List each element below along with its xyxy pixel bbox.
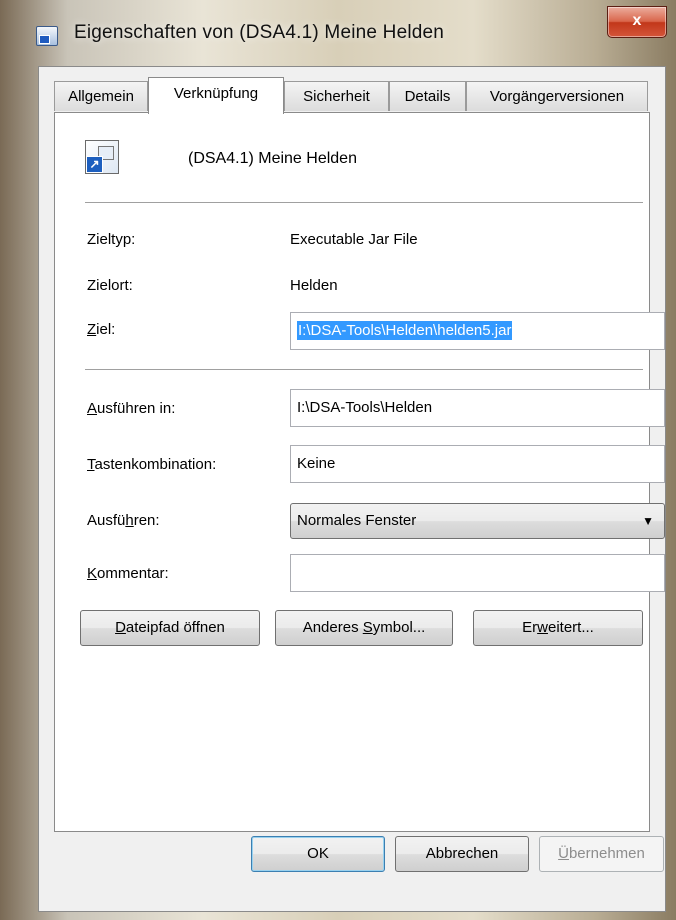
- tab-details[interactable]: Details: [389, 81, 466, 111]
- ziel-label: Ziel:: [87, 321, 116, 338]
- tab-verknuepfung[interactable]: Verknüpfung: [148, 77, 284, 114]
- tab-sicherheit[interactable]: Sicherheit: [284, 81, 389, 111]
- window-shortcut-icon: [36, 26, 58, 46]
- tab-vorgaengerversionen[interactable]: Vorgängerversionen: [466, 81, 648, 111]
- dialog-client-area: Allgemein Verknüpfung Sicherheit Details…: [38, 66, 666, 912]
- dropdown-arrow-icon: ▼: [642, 514, 654, 528]
- dateipfad-oeffnen-button[interactable]: Dateipfad öffnen: [80, 610, 260, 646]
- ausfuehren-in-label: Ausführen in:: [87, 400, 176, 417]
- separator: [85, 369, 643, 370]
- shortcut-arrow-icon: ↗: [86, 156, 103, 173]
- ausfuehren-select[interactable]: Normales Fenster ▼: [290, 503, 665, 539]
- zieltyp-label: Zieltyp:: [87, 231, 136, 248]
- title-bar[interactable]: Eigenschaften von (DSA4.1) Meine Helden …: [0, 0, 676, 66]
- ziel-input[interactable]: I:\DSA-Tools\Helden\helden5.jar: [290, 312, 665, 350]
- kommentar-label: Kommentar:: [87, 565, 169, 582]
- ausfuehren-selected-value: Normales Fenster: [297, 512, 417, 529]
- erweitert-button[interactable]: Erweitert...: [473, 610, 643, 646]
- anderes-symbol-button[interactable]: Anderes Symbol...: [275, 610, 453, 646]
- tastenkombination-label: Tastenkombination:: [87, 456, 217, 473]
- zielort-label: Zielort:: [87, 277, 133, 294]
- abbrechen-button[interactable]: Abbrechen: [395, 836, 529, 872]
- shortcut-file-icon: ↗: [85, 140, 119, 174]
- kommentar-input[interactable]: [290, 554, 665, 592]
- ok-button[interactable]: OK: [251, 836, 385, 872]
- ausfuehren-label: Ausführen:: [87, 512, 160, 529]
- separator: [85, 202, 643, 203]
- close-button[interactable]: x: [607, 6, 667, 38]
- ziel-value-selected: I:\DSA-Tools\Helden\helden5.jar: [297, 321, 513, 340]
- tab-strip: Allgemein Verknüpfung Sicherheit Details…: [54, 77, 654, 114]
- window-title: Eigenschaften von (DSA4.1) Meine Helden: [74, 22, 445, 43]
- tastenkombination-input[interactable]: Keine: [290, 445, 665, 483]
- zielort-value: Helden: [290, 277, 338, 294]
- zieltyp-value: Executable Jar File: [290, 231, 418, 248]
- tab-allgemein[interactable]: Allgemein: [54, 81, 148, 111]
- verknuepfung-panel: ↗ (DSA4.1) Meine Helden Zieltyp: Executa…: [54, 112, 665, 832]
- shortcut-name: (DSA4.1) Meine Helden: [188, 150, 357, 167]
- uebernehmen-button[interactable]: Übernehmen: [539, 836, 664, 872]
- ausfuehren-in-input[interactable]: I:\DSA-Tools\Helden: [290, 389, 665, 427]
- properties-window: Eigenschaften von (DSA4.1) Meine Helden …: [0, 0, 676, 920]
